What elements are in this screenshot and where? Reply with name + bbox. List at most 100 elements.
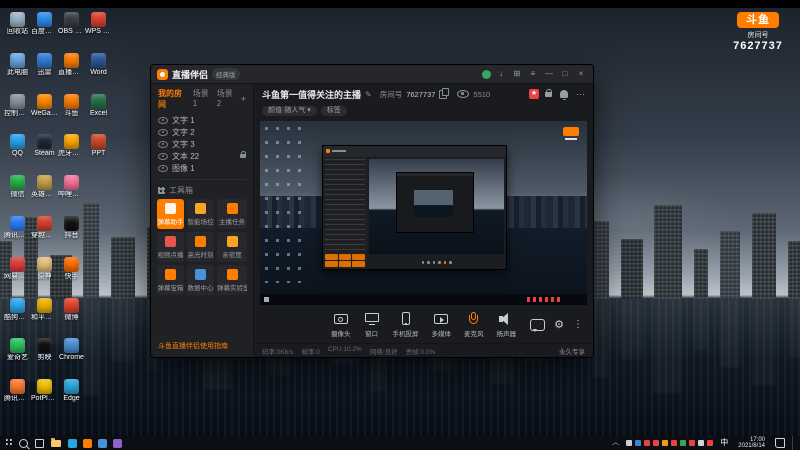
tray-icon[interactable] [626,440,633,446]
task-view-icon[interactable] [35,438,44,448]
download-icon[interactable]: ↓ [495,68,507,80]
desktop-icon[interactable]: WPS Office [85,12,112,53]
toolbox-item[interactable]: 数据中心 [187,265,214,295]
visibility-eye-icon[interactable] [158,164,168,172]
visibility-eye-icon[interactable] [158,128,168,136]
file-explorer-icon[interactable] [51,437,61,447]
desktop-icon[interactable]: 控制面板 [4,93,31,135]
taskbar-app-icon[interactable] [113,438,122,448]
desktop-icon[interactable]: 虎牙直播 [58,134,85,175]
desktop-icon[interactable]: 穿越火线 [31,215,58,257]
taskbar-app-icon[interactable] [98,438,107,448]
toolbar-more-icon[interactable]: ⋮ [573,319,583,331]
tray-icon[interactable] [644,440,651,446]
desktop-icon[interactable]: 腾讯视频 [4,379,31,420]
desktop-icon[interactable]: 微博 [58,297,85,339]
start-button[interactable] [4,439,12,447]
desktop-icon[interactable]: 爱奇艺 [4,338,31,379]
notification-bell-icon[interactable] [560,90,568,100]
menu-icon[interactable]: ≡ [527,68,539,80]
tray-expand-icon[interactable]: ︿ [612,439,619,447]
desktop-icon[interactable]: 和平精英 [31,297,58,339]
desktop-icon[interactable]: PotPlayer [31,379,58,420]
tray-icon[interactable] [680,440,687,446]
user-avatar[interactable] [482,69,491,79]
edit-title-icon[interactable]: ✎ [365,90,372,99]
danmaku-chat-icon[interactable] [530,319,546,332]
help-guide-link[interactable]: 斗鱼直播伴侣使用指南 [151,337,253,357]
visibility-eye-icon[interactable] [158,116,168,124]
taskbar-app-icon[interactable] [83,438,92,448]
tray-icon[interactable] [698,440,705,446]
desktop-icon[interactable]: 迅雷 [31,52,58,94]
desktop-icon[interactable]: PPT [85,134,112,175]
tray-icon[interactable] [671,440,678,446]
settings-gear-icon[interactable]: ⚙ [554,319,564,331]
source-item[interactable]: 文本 22 [158,150,246,162]
desktop-icon[interactable]: 此电脑 [4,52,31,94]
desktop-icon[interactable]: 直播伴侣 [58,52,85,94]
source-item[interactable]: 图像 1 [158,162,246,174]
toolbox-item[interactable]: 弹幕宝箱 [157,265,184,295]
desktop-icon[interactable]: 快手 [58,256,85,298]
tray-icon[interactable] [635,440,642,446]
desktop-icon[interactable]: 斗鱼 [58,93,85,135]
show-desktop-button[interactable] [792,436,796,450]
desktop-icon[interactable]: 酷狗音乐 [4,297,31,339]
desktop-icon[interactable]: Chrome [58,338,85,379]
room-lock-icon[interactable] [545,88,552,97]
visibility-eye-icon[interactable] [158,152,168,160]
tray-icon[interactable] [689,440,696,446]
scene-tab[interactable]: 场景2 [217,88,236,110]
tray-icon[interactable] [707,440,714,446]
source-item[interactable]: 文字 2 [158,126,246,138]
header-more-icon[interactable]: ⋯ [576,89,585,100]
desktop-icon[interactable]: 微信 [4,175,31,216]
toolbar-button[interactable]: 窗口 [364,312,380,338]
input-method-indicator[interactable]: 中 [720,438,728,448]
desktop-icon[interactable]: 百度网盘 [31,12,58,53]
desktop-icon[interactable]: QQ [4,134,31,175]
toolbox-item[interactable]: 视频点播 [157,232,184,262]
desktop-icon[interactable]: Steam [31,134,58,175]
toolbar-button[interactable]: 多媒体 [432,312,451,338]
lock-icon[interactable] [240,151,246,158]
scene-tab[interactable]: 场景1 [193,88,212,110]
stream-preview[interactable] [260,121,587,305]
desktop-icon[interactable]: 抖音 [58,215,85,257]
desktop-icon[interactable]: Word [85,52,112,94]
tag-button[interactable]: 标签 [320,105,347,116]
desktop-icon[interactable]: 腾讯会议 [4,215,31,257]
source-item[interactable]: 文字 3 [158,138,246,150]
desktop-icon[interactable]: OBS Studio [58,12,85,53]
minimize-button[interactable]: — [543,68,555,80]
desktop-icon[interactable]: 网易云音乐 [4,256,31,298]
desktop-icon[interactable]: 英雄联盟 [31,175,58,216]
promo-icon[interactable]: ★ [529,89,539,99]
layout-grid-icon[interactable]: ⊞ [511,68,523,80]
taskbar-search-icon[interactable] [19,438,28,448]
category-pill[interactable]: 颜值·随人气 ▾ [262,105,317,116]
source-item[interactable]: 文字 1 [158,114,246,126]
desktop-icon[interactable]: 回收站 [4,12,31,53]
visibility-eye-icon[interactable] [158,140,168,148]
toolbox-item[interactable]: 主播任务 [217,199,247,229]
toolbar-button[interactable]: 手机投屏 [393,312,419,338]
close-button[interactable]: × [575,68,587,80]
desktop-icon[interactable]: 原神 [31,256,58,298]
add-scene-button[interactable]: + [241,94,246,104]
desktop-icon[interactable]: Edge [58,379,85,420]
toolbox-item[interactable]: 亲密度 [217,232,247,262]
tray-icon[interactable] [653,440,660,446]
toolbar-button[interactable]: 麦克风 [464,312,484,338]
toolbox-item[interactable]: 智能场控 [187,199,214,229]
desktop-icon[interactable]: 剪映 [31,338,58,379]
desktop-icon[interactable]: 哔哩哔哩 [58,175,85,216]
toolbar-button[interactable]: 摄像头 [331,312,351,338]
desktop-icon[interactable]: Excel [85,93,112,135]
taskbar-clock[interactable]: 17:00 2021/8/14 [735,437,768,450]
taskbar-app-icon[interactable] [68,438,77,448]
tray-icon[interactable] [662,440,669,446]
toolbox-item[interactable]: 弹幕实验室 [217,265,247,295]
scene-tab[interactable]: 我的房间 [158,88,188,110]
